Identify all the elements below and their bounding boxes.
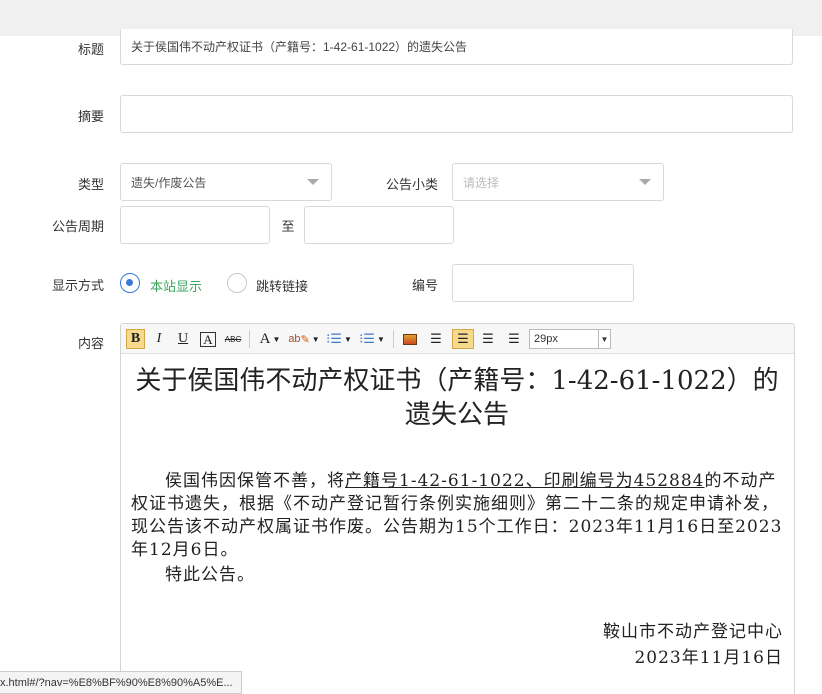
toolbar-divider xyxy=(393,330,394,348)
ordered-list-icon: ⁝☰ xyxy=(326,331,342,346)
ordered-list-button[interactable]: ⁝☰ ▼ xyxy=(325,329,353,349)
font-size-value: 29px xyxy=(534,333,558,345)
align-center-button[interactable]: ☰ xyxy=(452,329,474,349)
document-closing: 特此公告。 xyxy=(165,565,255,585)
strikethrough-button[interactable]: ABC xyxy=(223,329,243,349)
subtype-select[interactable]: 请选择 xyxy=(452,163,664,201)
unordered-list-button[interactable]: ⁝☰ ▼ xyxy=(358,329,386,349)
summary-label: 摘要 xyxy=(77,109,104,124)
pencil-icon: ✎ xyxy=(300,333,310,346)
number-input[interactable] xyxy=(452,264,634,302)
border-text-button[interactable]: A xyxy=(199,329,217,349)
font-size-select[interactable]: 29px ▼ xyxy=(529,329,611,349)
unordered-list-icon: ⁝☰ xyxy=(359,331,375,346)
type-select-value: 遗失/作废公告 xyxy=(131,175,207,190)
period-end-input[interactable] xyxy=(304,206,454,244)
period-start-input[interactable] xyxy=(120,206,270,244)
align-left-button[interactable]: ☰ xyxy=(427,329,445,349)
paragraph-start: 侯国伟因保管不善，将 xyxy=(165,471,345,491)
document-title: 关于侯国伟不动产权证书（产籍号：1-42-61-1022）的遗失公告 xyxy=(135,366,779,430)
status-bar-url: x.html#/?nav=%E8%BF%90%E8%90%A5%E... xyxy=(0,671,242,694)
editor-document[interactable]: 关于侯国伟不动产权证书（产籍号：1-42-61-1022）的遗失公告 侯国伟因保… xyxy=(131,360,783,671)
document-signature: 鞍山市不动产登记中心 xyxy=(603,622,783,642)
border-text-icon: A xyxy=(200,331,216,347)
title-input-value: 关于侯国伟不动产权证书（产籍号：1-42-61-1022）的遗失公告 xyxy=(131,40,468,54)
editor-toolbar: B I U A ABC A ▼ ab ✎ ▼ ⁝☰ ▼ ⁝☰ ▼ ☰ ☰ ☰ ☰… xyxy=(121,324,794,354)
align-left-icon: ☰ xyxy=(430,331,442,346)
type-label: 类型 xyxy=(77,177,104,192)
italic-button[interactable]: I xyxy=(150,329,168,349)
display-radio-onsite[interactable] xyxy=(120,273,140,293)
title-label: 标题 xyxy=(77,42,104,57)
document-paragraph: 侯国伟因保管不善，将产籍号1-42-61-1022、印刷编号为452884的不动… xyxy=(131,470,783,562)
insert-image-button[interactable] xyxy=(401,329,419,349)
font-color-button[interactable]: A ▼ xyxy=(256,329,284,349)
display-radio-redirect-label[interactable]: 跳转链接 xyxy=(256,276,308,295)
number-label: 编号 xyxy=(411,278,438,293)
underline-button[interactable]: U xyxy=(174,329,192,349)
type-select[interactable]: 遗失/作废公告 xyxy=(120,163,332,201)
align-right-button[interactable]: ☰ xyxy=(479,329,497,349)
content-label: 内容 xyxy=(77,336,104,351)
rich-text-editor[interactable]: B I U A ABC A ▼ ab ✎ ▼ ⁝☰ ▼ ⁝☰ ▼ ☰ ☰ ☰ ☰… xyxy=(120,323,795,694)
align-right-icon: ☰ xyxy=(482,331,494,346)
align-justify-button[interactable]: ☰ xyxy=(505,329,523,349)
toolbar-divider xyxy=(249,330,250,348)
bold-button[interactable]: B xyxy=(126,329,145,349)
font-color-icon: A xyxy=(259,330,271,347)
display-mode-label: 显示方式 xyxy=(51,278,104,293)
subtype-label: 公告小类 xyxy=(385,177,438,192)
image-icon xyxy=(403,333,417,345)
display-radio-onsite-label[interactable]: 本站显示 xyxy=(150,276,202,295)
title-input[interactable]: 关于侯国伟不动产权证书（产籍号：1-42-61-1022）的遗失公告 xyxy=(120,29,793,65)
display-radio-redirect[interactable] xyxy=(227,273,247,293)
period-label: 公告周期 xyxy=(51,219,104,234)
highlight-icon: ab xyxy=(288,333,301,345)
unordered-list-chevron-down-icon: ▼ xyxy=(376,334,385,344)
font-color-chevron-down-icon: ▼ xyxy=(272,334,281,344)
highlight-chevron-down-icon: ▼ xyxy=(311,334,320,344)
summary-input[interactable] xyxy=(120,95,793,133)
type-select-chevron-down-icon xyxy=(307,179,319,185)
subtype-select-chevron-down-icon xyxy=(639,179,651,185)
subtype-select-placeholder: 请选择 xyxy=(463,175,500,190)
align-center-icon: ☰ xyxy=(457,331,469,346)
period-separator: 至 xyxy=(281,219,295,234)
document-date: 2023年11月16日 xyxy=(634,648,783,668)
font-size-chevron-down-icon[interactable]: ▼ xyxy=(598,330,610,348)
highlight-button[interactable]: ab ✎ ▼ xyxy=(288,329,320,349)
paragraph-underlined: 产籍号1-42-61-1022、印刷编号为452884 xyxy=(345,471,705,491)
align-justify-icon: ☰ xyxy=(508,331,520,346)
ordered-list-chevron-down-icon: ▼ xyxy=(343,334,352,344)
